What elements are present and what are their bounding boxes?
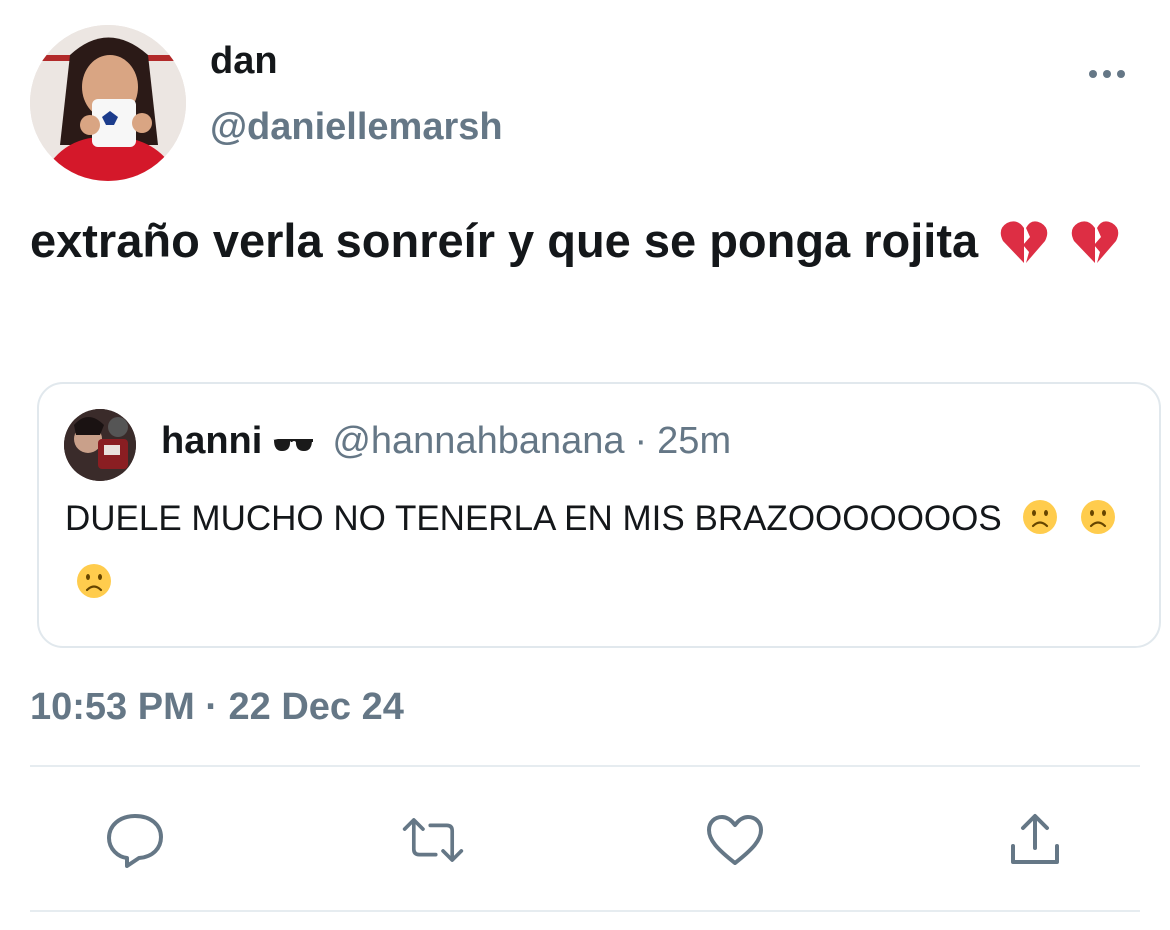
divider	[30, 910, 1140, 912]
divider	[30, 765, 1140, 767]
quoted-author-avatar[interactable]	[64, 409, 136, 481]
quoted-tweet-text-body: DUELE MUCHO NO TENERLA EN MIS BRAZOOOOOO…	[65, 499, 1002, 538]
sunglasses-emoji-icon	[272, 420, 314, 463]
author-display-name[interactable]: dan	[210, 40, 278, 83]
quoted-tweet-text: DUELE MUCHO NO TENERLA EN MIS BRAZOOOOOO…	[65, 490, 1145, 618]
broken-heart-emoji-icon	[1070, 213, 1120, 285]
author-avatar[interactable]	[30, 25, 186, 181]
quoted-tweet-card[interactable]: hanni @hannahbanana · 25m DUELE MUCHO NO…	[37, 382, 1161, 648]
broken-heart-emoji-icon	[999, 213, 1049, 285]
quoted-tweet-time: 25m	[657, 420, 732, 462]
like-icon[interactable]	[703, 808, 767, 872]
frowning-face-emoji-icon	[1079, 496, 1117, 554]
quoted-tweet-header: hanni @hannahbanana · 25m	[161, 420, 731, 463]
quoted-meta-separator: ·	[634, 420, 648, 462]
tweet-timestamp[interactable]: 10:53 PM · 22 Dec 24	[30, 686, 404, 729]
retweet-icon[interactable]	[401, 808, 465, 872]
more-options-icon[interactable]	[1082, 52, 1132, 96]
tweet-text: extraño verla sonreír y que se ponga roj…	[30, 205, 1130, 285]
reply-icon[interactable]	[103, 808, 167, 872]
quoted-author-handle[interactable]: @hannahbanana	[332, 420, 624, 463]
share-icon[interactable]	[1003, 808, 1067, 872]
frowning-face-emoji-icon	[75, 560, 113, 618]
quoted-author-display-name[interactable]: hanni	[161, 420, 262, 463]
tweet-text-body: extraño verla sonreír y que se ponga roj…	[30, 214, 979, 267]
author-handle[interactable]: @daniellemarsh	[210, 106, 503, 149]
frowning-face-emoji-icon	[1021, 496, 1059, 554]
